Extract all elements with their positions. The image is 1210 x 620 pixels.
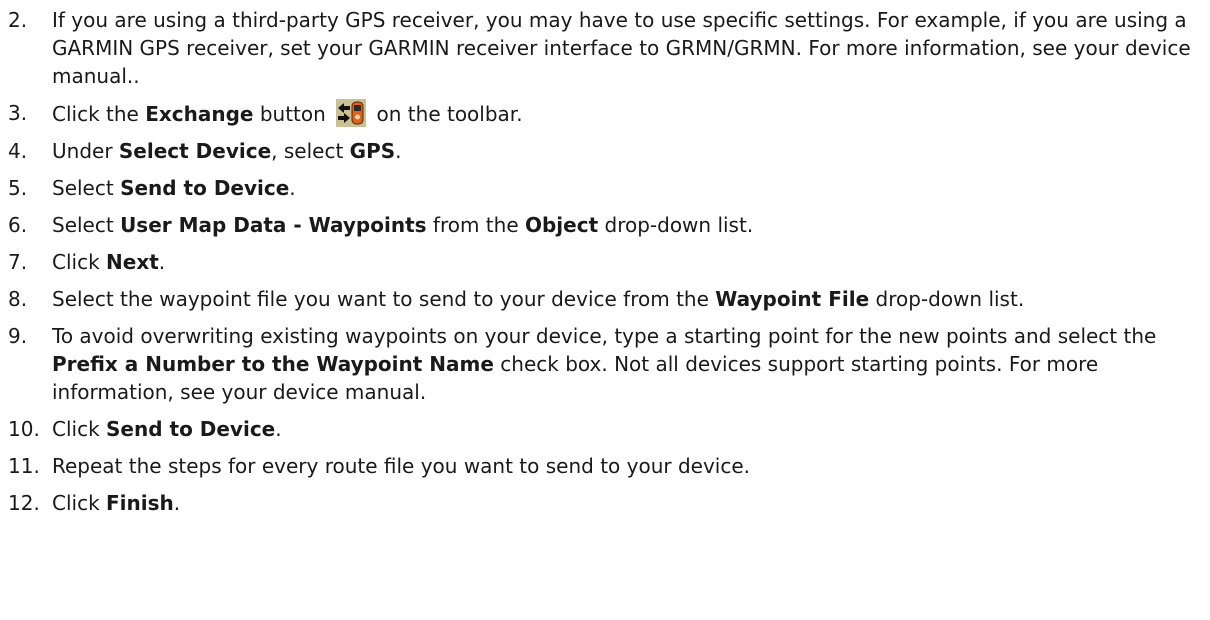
ui-term: GPS [349, 139, 396, 163]
text-run: on the toolbar. [370, 102, 523, 126]
ui-term: Send to Device [106, 417, 276, 441]
step-text: Under Select Device, select GPS. [52, 139, 402, 163]
step-10: 12. Click Finish. [8, 489, 1198, 517]
ui-term: Waypoint File [715, 287, 870, 311]
text-run: drop-down list. [869, 287, 1025, 311]
step-number: 2. [8, 8, 28, 32]
ui-term: Object [524, 213, 599, 237]
text-run: , select [271, 139, 350, 163]
text-run: Click the [52, 102, 146, 126]
ui-term: Exchange [145, 102, 254, 126]
step-number: 6. [8, 213, 28, 237]
step-number: 3. [8, 101, 28, 125]
text-run: Select [52, 213, 121, 237]
step-number: 9. [8, 324, 28, 348]
step-text: Repeat the steps for every route file yo… [52, 454, 750, 478]
text-run: Under [52, 139, 119, 163]
step-number: 5. [8, 176, 28, 200]
text-run: Select [52, 176, 121, 200]
step-2: 4. Under Select Device, select GPS. [8, 137, 1198, 165]
step-3: 5. Select Send to Device. [8, 174, 1198, 202]
step-7: 9. To avoid overwriting existing waypoint… [8, 322, 1198, 406]
step-text: Click Finish. [52, 491, 180, 515]
step-5: 7. Click Next. [8, 248, 1198, 276]
text-run: To avoid overwriting existing waypoints … [52, 324, 1157, 348]
step-text: Select Send to Device. [52, 176, 296, 200]
text-run: drop-down list. [598, 213, 754, 237]
step-text: Click the Exchange button on the toolbar… [52, 99, 523, 127]
ui-term: Next [106, 250, 159, 274]
step-number: 8. [8, 287, 28, 311]
text-run: from the [426, 213, 525, 237]
step-number: 10. [8, 417, 40, 441]
step-number: 7. [8, 250, 28, 274]
text-run: . [395, 139, 402, 163]
step-6: 8. Select the waypoint file you want to s… [8, 285, 1198, 313]
step-number: 11. [8, 454, 40, 478]
step-number: 12. [8, 491, 40, 515]
step-9: 11. Repeat the steps for every route file… [8, 452, 1198, 480]
text-run: . [158, 250, 166, 274]
text-run: . [289, 176, 296, 200]
step-text: Select User Map Data - Waypoints from th… [52, 213, 753, 237]
ui-term: Select Device [118, 139, 272, 163]
text-run: Click [52, 250, 107, 274]
text-run: button [253, 102, 333, 126]
instruction-steps: 2. If you are using a third-party GPS rec… [8, 6, 1198, 526]
text-run: . [275, 417, 282, 441]
ui-term: Send to Device [120, 176, 290, 200]
step-0: 2. If you are using a third-party GPS rec… [8, 6, 1198, 90]
ui-term: Prefix a Number to the Waypoint Name [52, 352, 494, 376]
step-number: 4. [8, 139, 28, 163]
step-text: If you are using a third-party GPS recei… [52, 8, 1191, 88]
step-text: Click Send to Device. [52, 417, 282, 441]
text-run: If you are using a third-party GPS recei… [52, 8, 1191, 88]
step-text: Click Next. [52, 250, 165, 274]
text-run: Click [52, 491, 107, 515]
exchange-icon [336, 99, 367, 127]
text-run: Select the waypoint file you want to sen… [52, 287, 716, 311]
step-1: 3. Click the Exchange button on the toolb… [8, 99, 1198, 128]
step-4: 6. Select User Map Data - Waypoints from … [8, 211, 1198, 239]
text-run: . [173, 491, 181, 515]
step-text: To avoid overwriting existing waypoints … [52, 324, 1156, 404]
step-text: Select the waypoint file you want to sen… [52, 287, 1024, 311]
ui-term: Finish [106, 491, 174, 515]
text-run: Repeat the steps for every route file yo… [52, 454, 751, 478]
step-8: 10. Click Send to Device. [8, 415, 1198, 443]
text-run: Click [52, 417, 107, 441]
ui-term: User Map Data - Waypoints [120, 213, 427, 237]
